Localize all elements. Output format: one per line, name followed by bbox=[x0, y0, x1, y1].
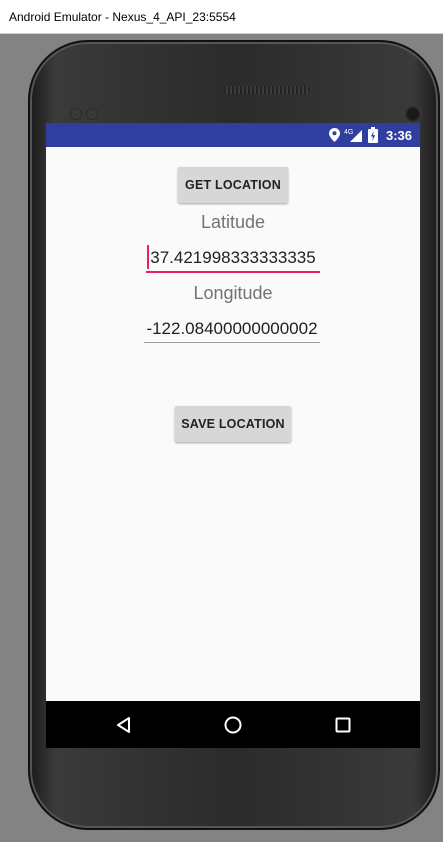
battery-charging-icon bbox=[367, 127, 378, 143]
status-clock: 3:36 bbox=[385, 127, 412, 143]
recents-icon[interactable] bbox=[330, 712, 356, 738]
front-camera-icon bbox=[404, 105, 422, 123]
save-location-button[interactable]: SAVE LOCATION bbox=[175, 406, 291, 442]
earpiece-speaker bbox=[224, 86, 310, 94]
home-icon[interactable] bbox=[220, 712, 246, 738]
light-sensor-icon bbox=[86, 108, 98, 120]
longitude-field[interactable]: -122.08400000000002 bbox=[144, 318, 320, 343]
navigation-bar bbox=[46, 701, 420, 748]
longitude-label: Longitude bbox=[193, 283, 273, 303]
get-location-button[interactable]: GET LOCATION bbox=[178, 167, 288, 203]
location-icon bbox=[328, 128, 340, 142]
latitude-field[interactable]: 37.421998333333335 bbox=[146, 245, 320, 273]
proximity-sensor-icon bbox=[70, 108, 82, 120]
latitude-value: 37.421998333333335 bbox=[150, 248, 316, 267]
text-cursor bbox=[147, 245, 149, 269]
emulator-title-bar: Android Emulator - Nexus_4_API_23:5554 bbox=[0, 0, 443, 34]
device-screen: 4G 3:36 GET LOCATION Latitude 37.4219983… bbox=[46, 123, 420, 748]
network-type-label: 4G bbox=[344, 129, 353, 136]
longitude-value: -122.08400000000002 bbox=[146, 319, 318, 338]
back-icon[interactable] bbox=[111, 712, 137, 738]
status-bar: 4G 3:36 bbox=[46, 123, 420, 147]
window-title: Android Emulator - Nexus_4_API_23:5554 bbox=[9, 9, 236, 24]
signal-4g-icon: 4G bbox=[344, 127, 364, 143]
latitude-label: Latitude bbox=[200, 212, 266, 232]
